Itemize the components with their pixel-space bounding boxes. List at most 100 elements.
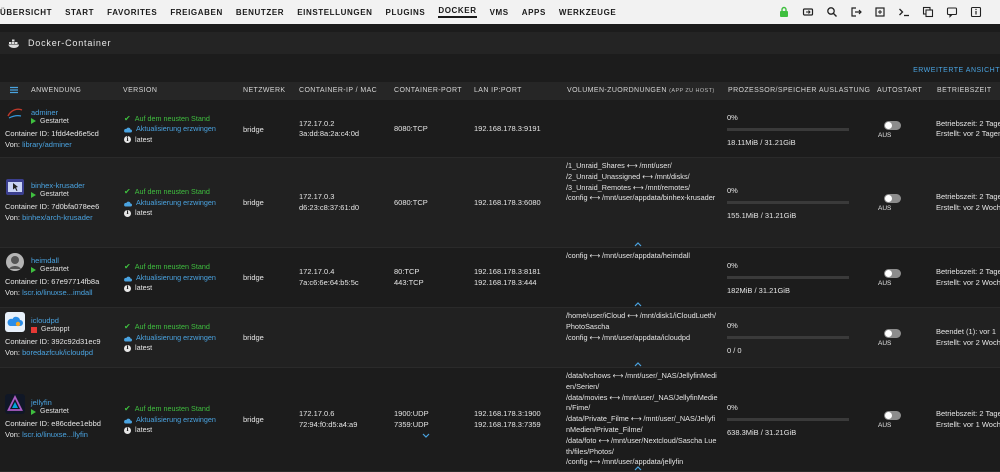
app-name-link[interactable]: heimdall (31, 256, 59, 265)
port-value: 7359:UDP (394, 419, 429, 429)
lan-value[interactable]: 192.168.178.3:1900 (474, 409, 541, 420)
autostart-label: AUS (878, 280, 892, 287)
jellyfin-icon[interactable] (5, 394, 25, 414)
swap-icon[interactable] (802, 6, 814, 18)
play-icon (31, 191, 36, 198)
uptodate-label: Auf dem neusten Stand (134, 404, 210, 413)
source-label: Von: (5, 430, 23, 439)
col-autostart[interactable]: AUTOSTART (877, 87, 922, 94)
play-icon (31, 266, 36, 273)
force-update-link[interactable]: Aktualisierung erzwingen (124, 124, 216, 135)
icloud-icon[interactable] (5, 312, 25, 332)
app-name-link[interactable]: icloudpd (31, 316, 59, 325)
toggle-knob (885, 121, 892, 129)
lan-value[interactable]: 192.168.178.3:6080 (474, 198, 541, 209)
col-uptime[interactable]: BETRIEBSZEIT (937, 87, 992, 94)
force-update-link[interactable]: Aktualisierung erzwingen (124, 415, 216, 426)
heimdall-icon[interactable] (5, 252, 25, 272)
force-update-label: Aktualisierung erzwingen (136, 332, 216, 342)
lan-value[interactable]: 192.168.178.3:9191 (474, 124, 541, 135)
cpu-bar (727, 418, 849, 421)
source-link[interactable]: lscr.io/linuxse...llyfin (22, 430, 88, 439)
lock-icon[interactable] (778, 6, 790, 18)
tag-latest: i latest (124, 343, 216, 354)
version-info: ✔ Auf dem neusten Stand Aktualisierung erz… (124, 262, 216, 294)
app-name-link[interactable]: jellyfin (31, 398, 52, 407)
app-name-link[interactable]: adminer (31, 108, 58, 117)
col-usage[interactable]: PROZESSOR/SPEICHER AUSLASTUNG (728, 87, 870, 94)
resource-usage: 0% 18.11MiB / 31.21GiB (727, 113, 852, 147)
ip-mac: 172.17.0.4 7a:c6:6e:64:b5:5c (299, 267, 359, 289)
nav-apps[interactable]: APPS (522, 8, 546, 17)
col-netzwerk[interactable]: NETZWERK (243, 87, 285, 94)
lan-value[interactable]: 192.168.178.3:444 (474, 278, 541, 289)
list-menu-icon[interactable] (10, 86, 18, 96)
container-id-value: 67e97714fb8a (51, 277, 100, 286)
krusader-icon[interactable] (5, 177, 25, 197)
force-update-link[interactable]: Aktualisierung erzwingen (124, 333, 216, 344)
uptodate-label: Auf dem neusten Stand (134, 187, 210, 196)
volume-mapping: /home/user/iCloud ⟷ /mnt/disk1/iCloudLue… (566, 311, 716, 331)
nav-docker[interactable]: DOCKER (438, 6, 477, 18)
nav-vms[interactable]: VMS (490, 8, 509, 17)
volume-mapping: /config ⟷ /mnt/user/appdata/heimdall (566, 251, 691, 260)
source-link[interactable]: binhex/arch-krusader (22, 213, 92, 222)
source-link[interactable]: boredazfcuk/icloudpd (22, 348, 93, 357)
logout-icon[interactable] (850, 6, 862, 18)
lan-value[interactable]: 192.168.178.3:8181 (474, 267, 541, 278)
lan-value[interactable]: 192.168.178.3:7359 (474, 420, 541, 431)
uptime-line: Erstellt: vor 2 Tagen (936, 129, 1000, 139)
nav-favorites[interactable]: FAVORITES (107, 8, 157, 17)
dock-icon[interactable] (874, 6, 886, 18)
nav-plugins[interactable]: PLUGINS (386, 8, 426, 17)
collapse-volumes-icon[interactable] (634, 464, 642, 471)
chat-icon[interactable] (946, 6, 958, 18)
col-container-port[interactable]: CONTAINER-PORT (394, 87, 462, 94)
cpu-percent: 0% (727, 403, 738, 412)
col-anwendung[interactable]: ANWENDUNG (31, 87, 81, 94)
version-info: ✔ Auf dem neusten Stand Aktualisierung erz… (124, 322, 216, 354)
source-link[interactable]: library/adminer (22, 140, 72, 149)
table-row: adminer Gestartet Container ID: 1fdd4ed6e5… (0, 101, 1000, 158)
info-icon[interactable] (970, 6, 982, 18)
version-info: ✔ Auf dem neusten Stand Aktualisierung erz… (124, 187, 216, 219)
col-lan-ip[interactable]: LAN IP:PORT (474, 87, 522, 94)
autostart-toggle[interactable] (884, 120, 901, 130)
autostart-toggle[interactable] (884, 329, 901, 338)
nav-start[interactable]: START (65, 8, 94, 17)
force-update-link[interactable]: Aktualisierung erzwingen (124, 198, 216, 209)
adminer-icon[interactable] (5, 103, 25, 124)
nav-werkzeuge[interactable]: WERKZEUGE (559, 8, 616, 17)
autostart-toggle[interactable] (884, 269, 901, 278)
col-version[interactable]: VERSION (123, 87, 157, 94)
search-icon[interactable] (826, 6, 838, 18)
volume-mapping: /data/foto ⟷ /mnt/user/Nextcloud/Sascha … (566, 435, 717, 456)
container-id: Container ID: 1fdd4ed6e5cd (5, 129, 99, 138)
col-volumes-label: VOLUMEN-ZUORDNUNGEN (567, 87, 667, 94)
resource-usage: 0% 182MiB / 31.21GiB (727, 261, 852, 295)
terminal-icon[interactable] (898, 6, 910, 18)
col-volumes[interactable]: VOLUMEN-ZUORDNUNGEN (APP ZU HOST) (567, 87, 715, 94)
advanced-view-link[interactable]: ERWEITERTE ANSICHT (913, 67, 1000, 74)
nav-einstellungen[interactable]: EINSTELLUNGEN (297, 8, 372, 17)
force-update-link[interactable]: Aktualisierung erzwingen (124, 273, 216, 284)
table-row: binhex-krusader Gestartet Container ID: 7d… (0, 158, 1000, 248)
nav-benutzer[interactable]: BENUTZER (236, 8, 284, 17)
copy-icon[interactable] (922, 6, 934, 18)
app-name-link[interactable]: binhex-krusader (31, 181, 85, 190)
collapse-volumes-icon[interactable] (634, 360, 642, 367)
volume-mapping: /config ⟷ /mnt/user/appdata/icloudpd (566, 332, 691, 342)
nav-ubersicht[interactable]: ÜBERSICHT (0, 8, 52, 17)
nav-freigaben[interactable]: FREIGABEN (170, 8, 223, 17)
collapse-volumes-icon[interactable] (634, 240, 642, 247)
volume-mapping: /config ⟷ /mnt/user/appdata/jellyfin (566, 457, 684, 467)
force-update-label: Aktualisierung erzwingen (136, 272, 216, 282)
autostart-toggle[interactable] (884, 411, 901, 420)
expand-ports-icon[interactable] (422, 431, 430, 438)
collapse-volumes-icon[interactable] (634, 300, 642, 307)
state-label: Gestoppt (41, 326, 70, 333)
source-link[interactable]: lscr.io/linuxse...imdall (22, 288, 92, 297)
uptime-line: Betriebszeit: 2 Tage (936, 267, 1000, 276)
autostart-toggle[interactable] (884, 194, 901, 203)
col-container-ip[interactable]: CONTAINER-IP / MAC (299, 87, 377, 94)
